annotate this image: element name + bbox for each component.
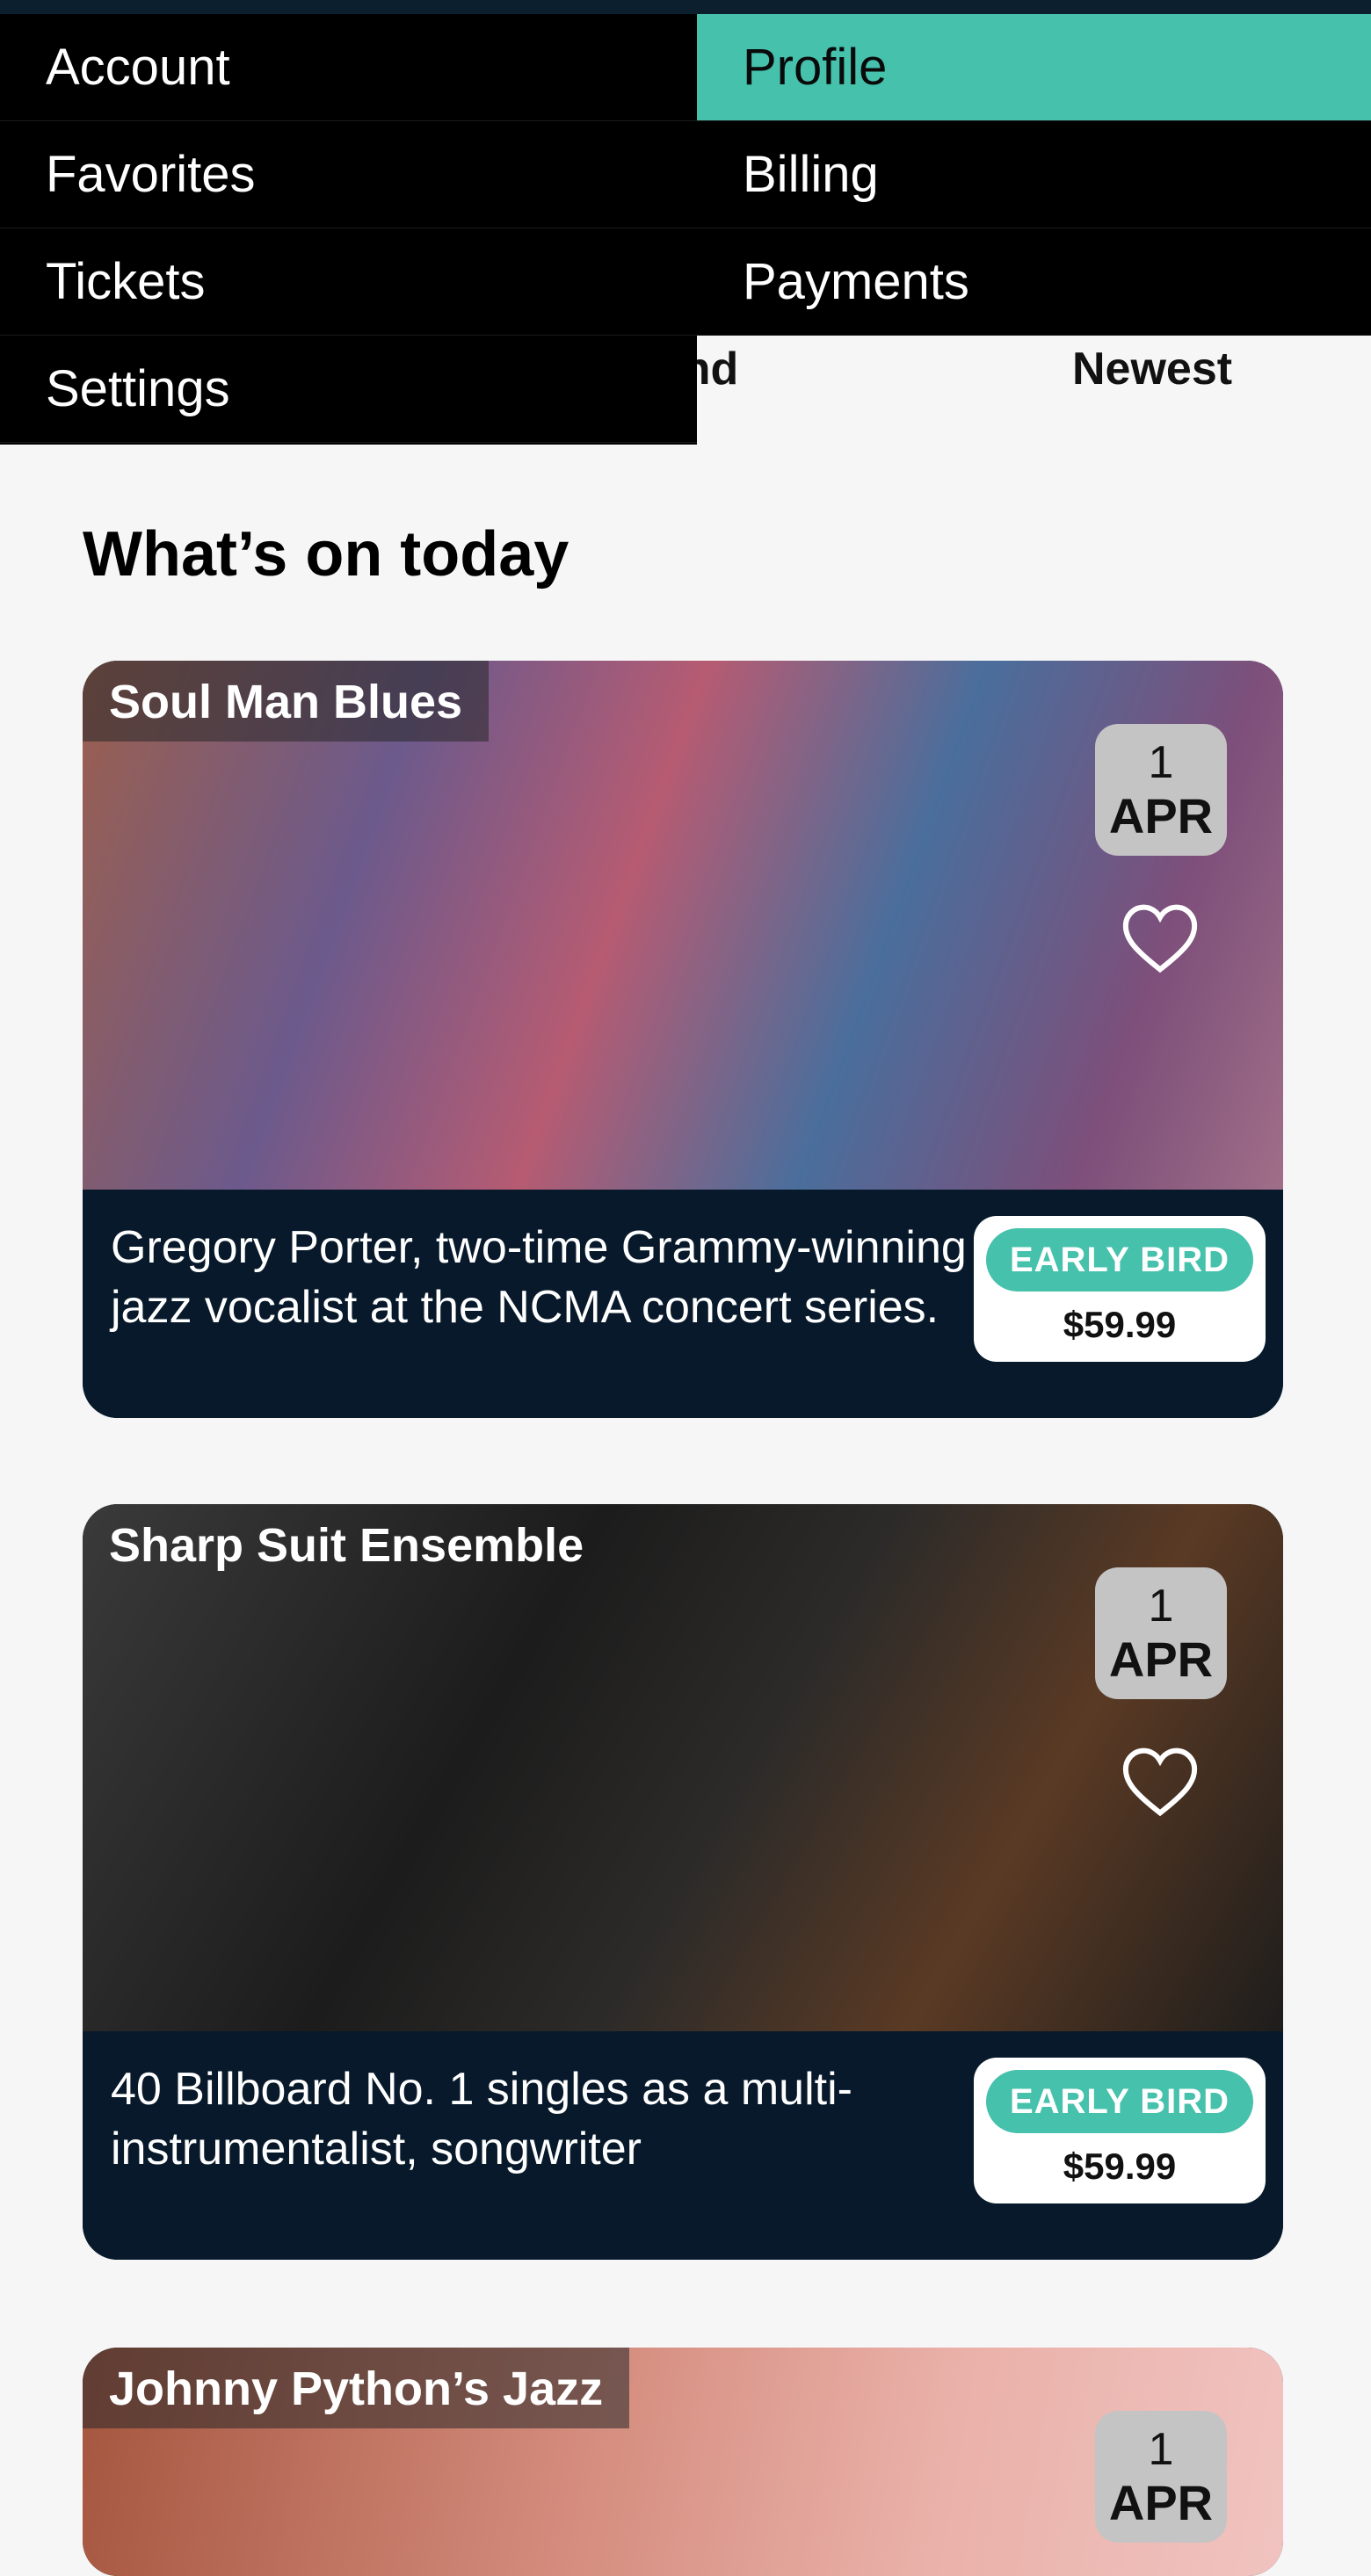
event-title: Sharp Suit Ensemble: [109, 1519, 584, 1572]
event-card[interactable]: Johnny Python’s Jazz 1 APR: [83, 2348, 1283, 2576]
account-submenu: Profile Billing Payments: [697, 14, 1371, 336]
top-status-bar: [0, 0, 1371, 14]
menu-item-settings[interactable]: Settings: [0, 336, 697, 443]
event-footer: 40 Billboard No. 1 singles as a multi-in…: [83, 2031, 1283, 2260]
date-month: APR: [1108, 788, 1214, 843]
date-badge: 1 APR: [1095, 2411, 1227, 2543]
event-image: Johnny Python’s Jazz 1 APR: [83, 2348, 1283, 2576]
event-card[interactable]: Soul Man Blues 1 APR Gregory Porter, two…: [83, 661, 1283, 1418]
event-title: Johnny Python’s Jazz: [83, 2348, 630, 2428]
event-footer: Gregory Porter, two-time Grammy-winning …: [83, 1190, 1283, 1418]
submenu-item-payments[interactable]: Payments: [697, 228, 1371, 336]
heart-icon[interactable]: [1120, 1746, 1201, 1818]
submenu-item-billing[interactable]: Billing: [697, 121, 1371, 228]
price-box[interactable]: EARLY BIRD $59.99: [974, 2058, 1266, 2203]
event-card[interactable]: Sharp Suit Ensemble 1 APR 40 Billboard N…: [83, 1504, 1283, 2260]
event-image: Soul Man Blues 1 APR: [83, 661, 1283, 1190]
event-image: Sharp Suit Ensemble 1 APR: [83, 1504, 1283, 2031]
ticket-price: $59.99: [1063, 1304, 1177, 1345]
date-month: APR: [1108, 2475, 1214, 2530]
date-day: 1: [1148, 1581, 1174, 1632]
date-badge: 1 APR: [1095, 724, 1227, 856]
early-bird-badge: EARLY BIRD: [986, 2070, 1253, 2133]
date-day: 1: [1148, 2424, 1174, 2475]
event-description: Gregory Porter, two-time Grammy-winning …: [111, 1222, 967, 1333]
submenu-item-profile[interactable]: Profile: [697, 14, 1371, 121]
price-box[interactable]: EARLY BIRD $59.99: [974, 1216, 1266, 1362]
heart-icon[interactable]: [1120, 902, 1201, 974]
section-title: What’s on today: [83, 519, 569, 590]
date-month: APR: [1108, 1632, 1214, 1687]
menu-item-account[interactable]: Account: [0, 14, 697, 121]
menu-item-tickets[interactable]: Tickets: [0, 228, 697, 336]
event-description: 40 Billboard No. 1 singles as a multi-in…: [111, 2064, 852, 2174]
account-menu: Account Favorites Tickets Settings: [0, 14, 697, 445]
date-badge: 1 APR: [1095, 1567, 1227, 1699]
menu-item-favorites[interactable]: Favorites: [0, 121, 697, 228]
event-title: Soul Man Blues: [83, 661, 490, 742]
date-day: 1: [1148, 737, 1174, 788]
early-bird-badge: EARLY BIRD: [986, 1228, 1253, 1292]
ticket-price: $59.99: [1063, 2145, 1177, 2187]
tab-newest[interactable]: Newest: [1072, 334, 1232, 404]
